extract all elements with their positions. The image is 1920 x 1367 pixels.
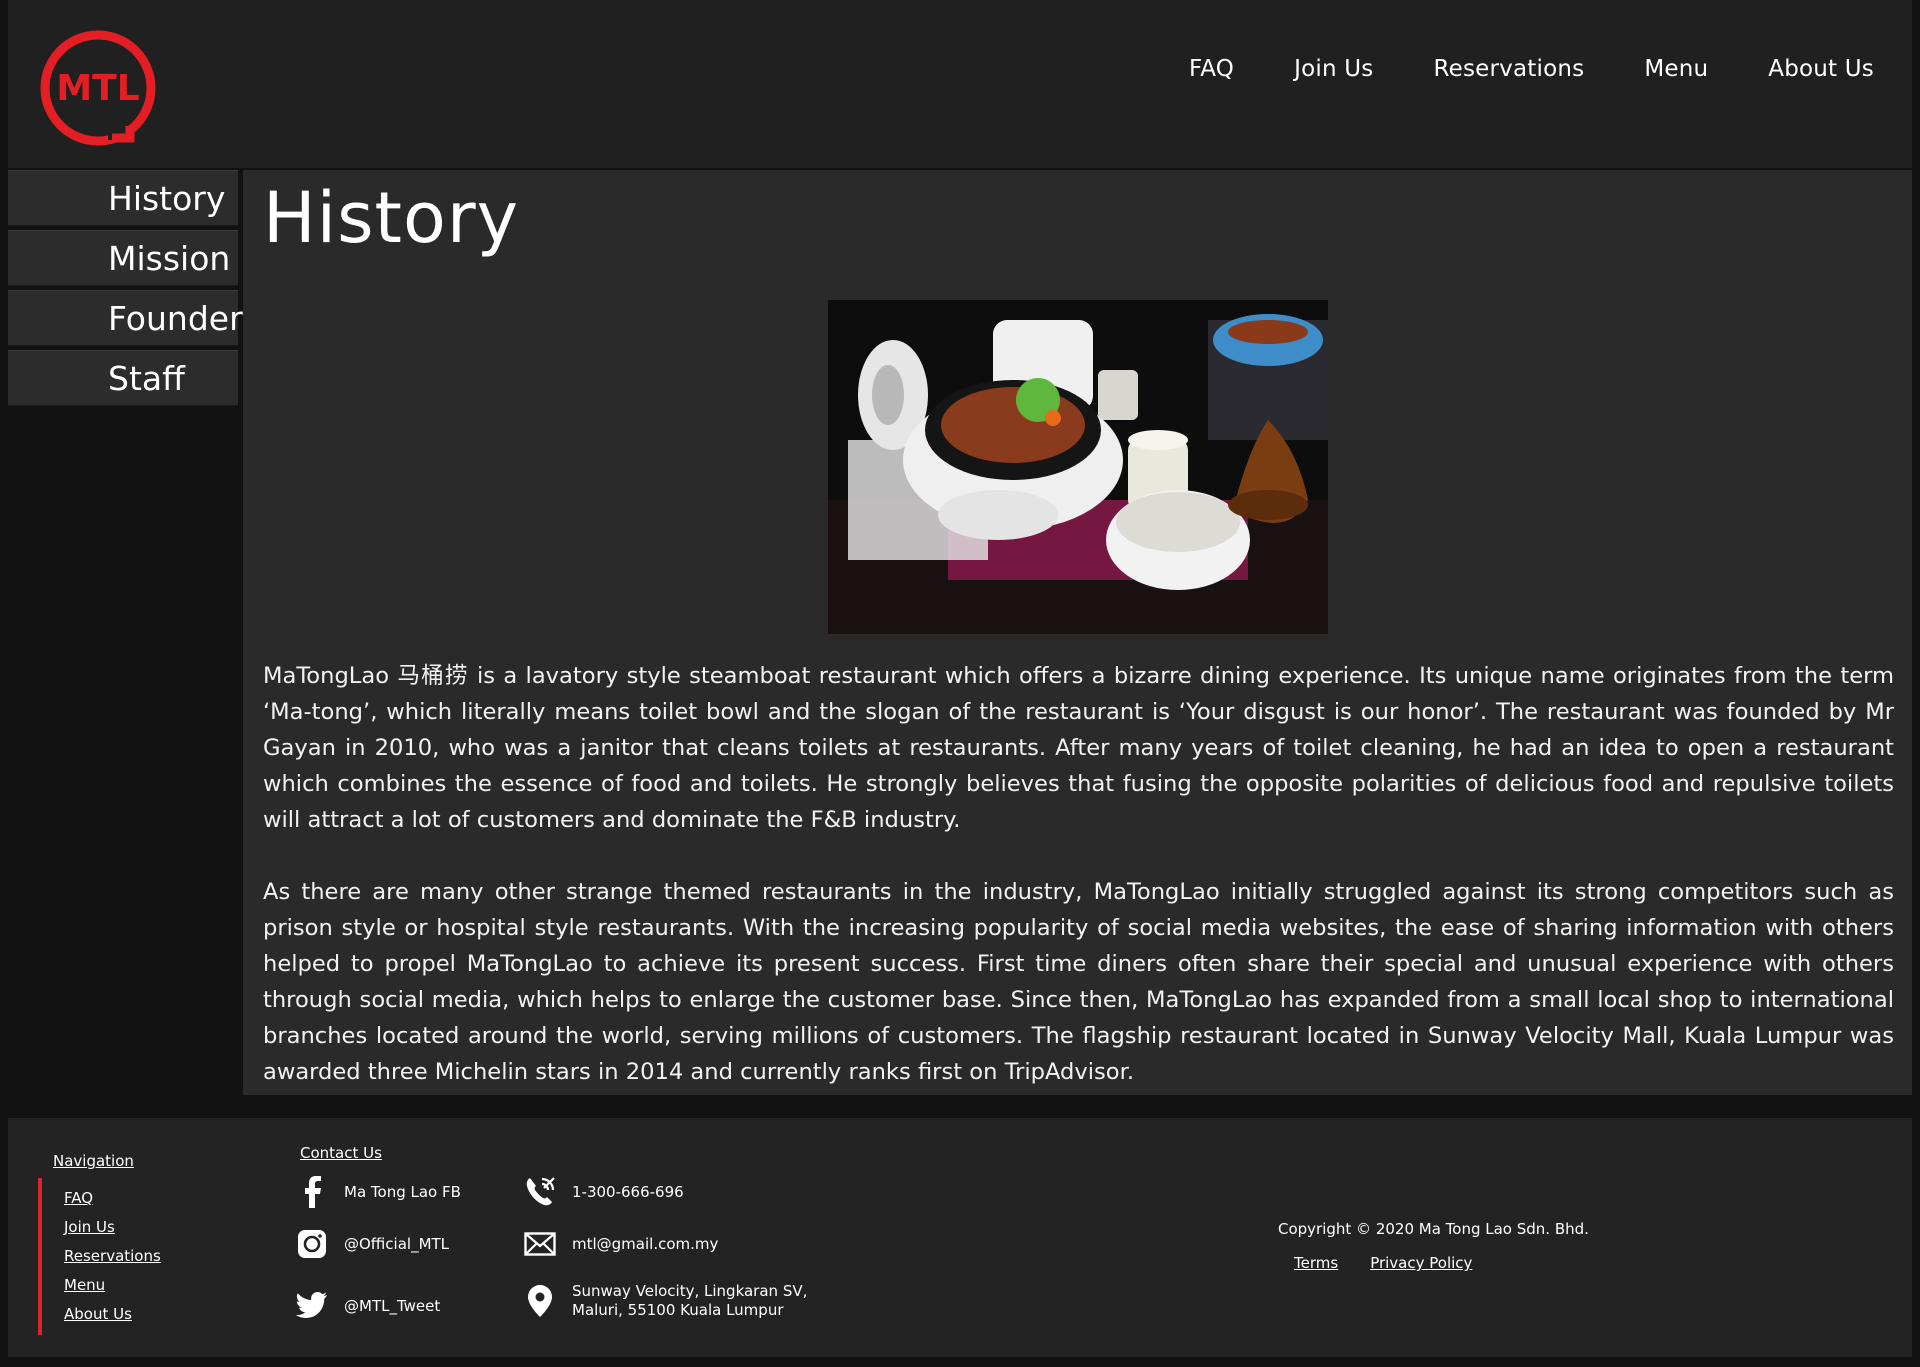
phone-icon [524, 1176, 556, 1208]
facebook-icon [296, 1176, 328, 1208]
contact-facebook[interactable]: Ma Tong Lao FB [296, 1176, 461, 1208]
address-text: Sunway Velocity, Lingkaran SV, Maluri, 5… [572, 1282, 807, 1320]
contact-address[interactable]: Sunway Velocity, Lingkaran SV, Maluri, 5… [524, 1282, 807, 1320]
footer-nav-about-us[interactable]: About Us [64, 1300, 161, 1329]
footer-nav-reservations[interactable]: Reservations [64, 1242, 161, 1271]
contact-instagram[interactable]: @Official_MTL [296, 1228, 449, 1260]
footer-nav-menu[interactable]: Menu [64, 1271, 161, 1300]
svg-text:MTL: MTL [56, 68, 139, 109]
top-nav: FAQ Join Us Reservations Menu About Us [1189, 56, 1874, 82]
nav-menu[interactable]: Menu [1644, 56, 1708, 82]
email-text: mtl@gmail.com.my [572, 1234, 719, 1253]
site-footer: Navigation FAQ Join Us Reservations Menu… [8, 1118, 1912, 1357]
nav-reservations[interactable]: Reservations [1433, 56, 1584, 82]
nav-faq[interactable]: FAQ [1189, 56, 1234, 82]
contact-email[interactable]: mtl@gmail.com.my [524, 1228, 718, 1260]
hero-image [828, 300, 1328, 634]
main-content: History MaTongLao 马桶捞 is a lavatory styl… [243, 170, 1912, 1095]
footer-contact-heading[interactable]: Contact Us [300, 1144, 382, 1162]
address-line-1: Sunway Velocity, Lingkaran SV, [572, 1282, 808, 1300]
nav-about-us[interactable]: About Us [1768, 56, 1874, 82]
instagram-text: @Official_MTL [344, 1234, 450, 1253]
contact-phone[interactable]: 1-300-666-696 [524, 1176, 684, 1208]
nav-join-us[interactable]: Join Us [1294, 56, 1373, 82]
footer-navigation-heading[interactable]: Navigation [53, 1152, 134, 1170]
history-paragraph-2: As there are many other strange themed r… [263, 879, 1894, 1085]
privacy-policy-link[interactable]: Privacy Policy [1370, 1254, 1472, 1272]
terms-link[interactable]: Terms [1294, 1254, 1338, 1272]
sidebar-item-history[interactable]: History [8, 170, 238, 226]
sidebar-item-founder[interactable]: Founder [8, 290, 243, 346]
contact-twitter[interactable]: @MTL_Tweet [296, 1290, 440, 1322]
footer-nav: FAQ Join Us Reservations Menu About Us [38, 1178, 161, 1335]
instagram-icon [296, 1228, 328, 1260]
location-pin-icon [524, 1285, 556, 1317]
footer-nav-join-us[interactable]: Join Us [64, 1213, 161, 1242]
twitter-text: @MTL_Tweet [344, 1296, 441, 1315]
mtl-logo[interactable]: MTL [38, 28, 158, 148]
sidebar-item-mission[interactable]: Mission [8, 230, 238, 286]
facebook-text: Ma Tong Lao FB [344, 1182, 461, 1201]
sidebar-item-staff[interactable]: Staff [8, 350, 238, 406]
page-title: History [263, 177, 520, 259]
phone-text: 1-300-666-696 [572, 1182, 684, 1201]
address-line-2: Maluri, 55100 Kuala Lumpur [572, 1301, 784, 1319]
sidebar: History Mission Founder Staff [8, 170, 243, 410]
twitter-icon [296, 1290, 328, 1322]
page: MTL FAQ Join Us Reservations Menu About … [8, 0, 1912, 1367]
legal-links: Terms Privacy Policy [1294, 1254, 1472, 1272]
mail-icon [524, 1228, 556, 1260]
site-header: MTL FAQ Join Us Reservations Menu About … [8, 0, 1912, 168]
copyright-text: Copyright © 2020 Ma Tong Lao Sdn. Bhd. [1278, 1220, 1589, 1238]
footer-nav-faq[interactable]: FAQ [64, 1184, 161, 1213]
history-paragraph-1: MaTongLao 马桶捞 is a lavatory style steamb… [263, 663, 1894, 833]
